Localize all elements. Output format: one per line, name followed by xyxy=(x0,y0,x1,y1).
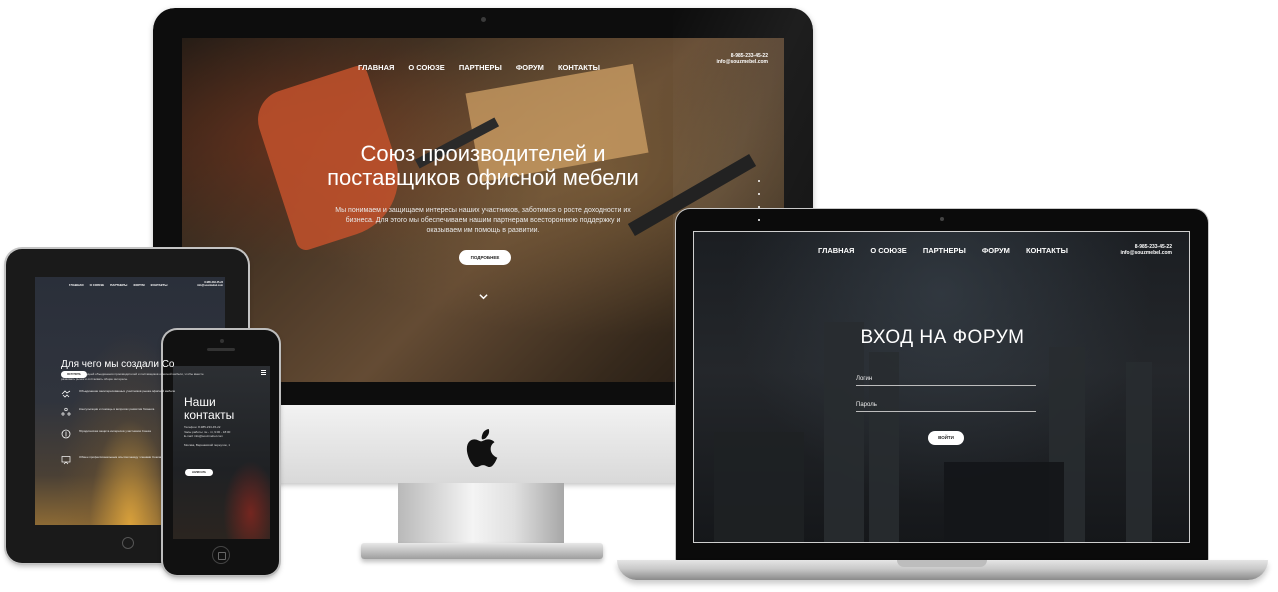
laptop-device: ГЛАВНАЯ О СОЮЗЕ ПАРТНЕРЫ ФОРУМ КОНТАКТЫ … xyxy=(676,209,1208,561)
hero-description: Мы понимаем и защищаем интересы наших уч… xyxy=(335,207,631,234)
login-field[interactable]: Логин xyxy=(856,376,1036,386)
imac-stand xyxy=(398,483,564,545)
password-field[interactable]: Пароль xyxy=(856,402,1036,412)
phone-home-button[interactable] xyxy=(212,546,230,564)
header-email[interactable]: info@souzmebel.com xyxy=(682,59,768,65)
phone-device: Наши контакты Телефон: 8-985-233-45-22 Ч… xyxy=(163,330,279,575)
contact-info: Телефон: 8-985-233-45-22 Часы работы: пн… xyxy=(184,425,266,447)
nav-item-contacts[interactable]: КОНТАКТЫ xyxy=(1026,246,1068,255)
laptop-notch xyxy=(897,560,987,567)
shield-icon xyxy=(61,429,71,439)
header-contacts: 8-985-233-45-22 info@souzmebel.com xyxy=(1086,244,1172,257)
feature-text: Обмен профессиональным опытом между член… xyxy=(79,455,162,459)
hamburger-menu-icon[interactable] xyxy=(261,370,266,375)
more-button[interactable]: ПОДРОБНЕЕ xyxy=(459,250,511,265)
contacts-title-line2: контакты xyxy=(184,408,235,422)
nav-item-about[interactable]: О СОЮЗЕ xyxy=(870,246,906,255)
header-contacts: 8-985-233-45-22 info@souzmebel.com xyxy=(682,53,768,66)
header-contacts[interactable]: 8-985-233-45-22 info@souzmebel.com xyxy=(195,281,223,287)
forum-login-title: ВХОД НА ФОРУМ xyxy=(860,327,1025,348)
laptop-camera xyxy=(940,217,944,221)
nav-item-contacts[interactable]: КОНТАКТЫ xyxy=(151,283,168,287)
nav-item-forum[interactable]: ФОРУМ xyxy=(982,246,1010,255)
write-button[interactable]: НАПИСАТЬ xyxy=(185,469,213,476)
contact-email[interactable]: E-mail: info@souzmebel.com xyxy=(184,434,266,439)
apple-logo-icon xyxy=(466,428,498,468)
laptop-screen: ГЛАВНАЯ О СОЮЗЕ ПАРТНЕРЫ ФОРУМ КОНТАКТЫ … xyxy=(693,231,1190,543)
nav-item-contacts[interactable]: КОНТАКТЫ xyxy=(558,63,600,72)
login-button[interactable]: ВОЙТИ xyxy=(928,431,964,445)
nav-item-partners[interactable]: ПАРТНЕРЫ xyxy=(110,283,127,287)
nav-item-partners[interactable]: ПАРТНЕРЫ xyxy=(459,63,502,72)
laptop-nav: ГЛАВНАЯ О СОЮЗЕ ПАРТНЕРЫ ФОРУМ КОНТАКТЫ xyxy=(818,246,1068,255)
nav-item-forum[interactable]: ФОРУМ xyxy=(133,283,144,287)
imac-nav: ГЛАВНАЯ О СОЮЗЕ ПАРТНЕРЫ ФОРУМ КОНТАКТЫ xyxy=(358,63,600,72)
presentation-icon xyxy=(61,456,71,465)
tablet-home-button[interactable] xyxy=(122,537,134,549)
people-icon xyxy=(61,407,71,416)
phone-screen: Наши контакты Телефон: 8-985-233-45-22 Ч… xyxy=(173,366,270,539)
join-button[interactable]: ВСТУПИТЬ xyxy=(61,371,87,378)
nav-item-about[interactable]: О СОЮЗЕ xyxy=(90,283,105,287)
feature-text: Объединение заинтересованных участников … xyxy=(79,389,176,393)
header-email[interactable]: info@souzmebel.com xyxy=(1086,250,1172,256)
nav-item-forum[interactable]: ФОРУМ xyxy=(516,63,544,72)
nav-item-home[interactable]: ГЛАВНАЯ xyxy=(358,63,394,72)
imac-stand-base xyxy=(361,543,603,559)
hero-title-line1: Союз производителей и xyxy=(360,141,606,166)
slider-dots[interactable] xyxy=(758,180,762,232)
hero-title: Союз производителей и поставщиков офисно… xyxy=(182,142,784,190)
section-title: Для чего мы создали Со xyxy=(61,359,175,370)
feature-text: Юридическая защита интересов участников … xyxy=(79,429,151,433)
nav-item-home[interactable]: ГЛАВНАЯ xyxy=(69,283,84,287)
handshake-icon xyxy=(61,390,71,398)
feature-text: Консультации и помощь в вопросах развити… xyxy=(79,407,155,411)
nav-item-about[interactable]: О СОЮЗЕ xyxy=(408,63,444,72)
contacts-title: Наши контакты xyxy=(184,396,234,422)
imac-camera xyxy=(481,17,486,22)
tablet-nav: ГЛАВНАЯ О СОЮЗЕ ПАРТНЕРЫ ФОРУМ КОНТАКТЫ xyxy=(69,283,167,287)
nav-item-home[interactable]: ГЛАВНАЯ xyxy=(818,246,854,255)
hero-title-line2: поставщиков офисной мебели xyxy=(327,165,639,190)
nav-item-partners[interactable]: ПАРТНЕРЫ xyxy=(923,246,966,255)
chevron-down-icon[interactable] xyxy=(479,292,488,301)
contact-address: Москва, Варшавский переулок, 1 xyxy=(184,442,231,447)
